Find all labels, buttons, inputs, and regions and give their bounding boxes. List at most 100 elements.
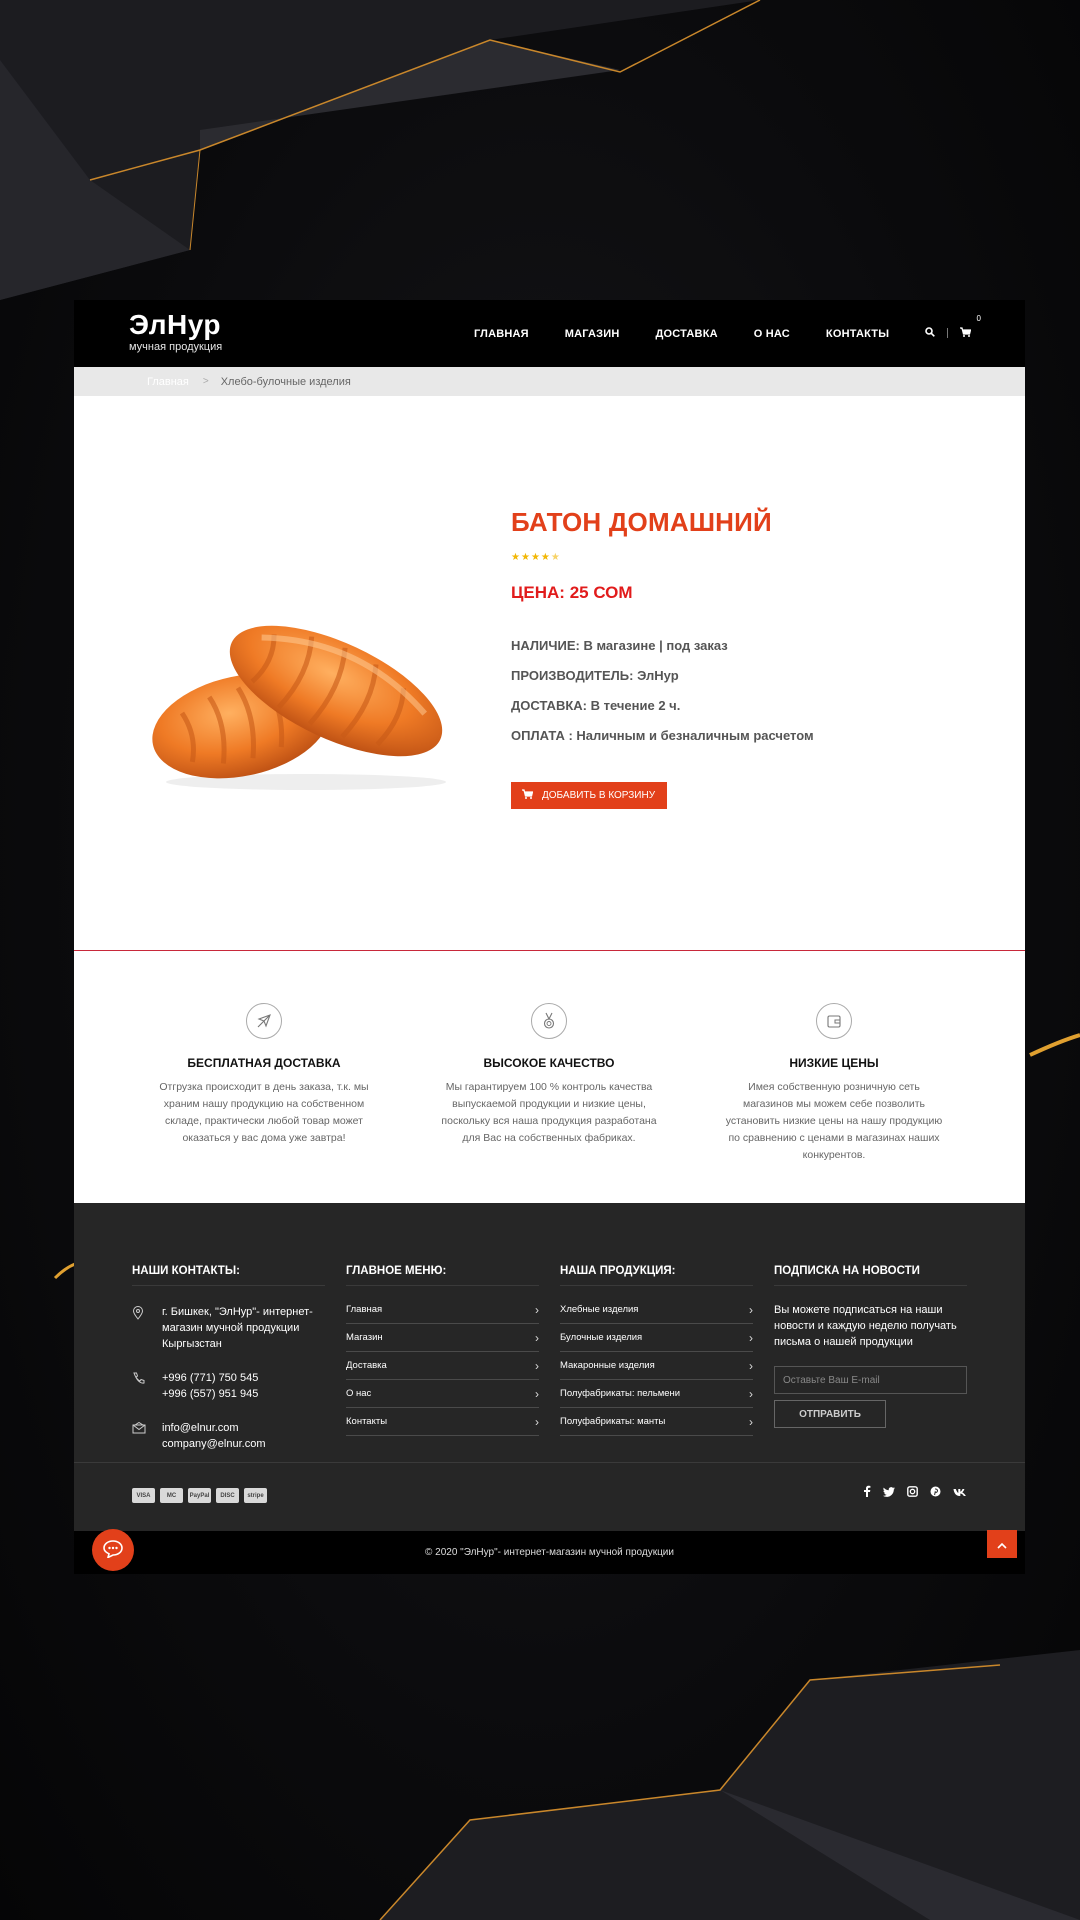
chevron-right-icon: › bbox=[749, 1302, 753, 1317]
instagram-icon[interactable] bbox=[907, 1484, 918, 1502]
nav-about[interactable]: О НАС bbox=[754, 328, 790, 340]
email-1[interactable]: info@elnur.com bbox=[162, 1420, 266, 1436]
site-footer: НАШИ КОНТАКТЫ: г. Бишкек, "ЭлНур"- интер… bbox=[74, 1203, 1025, 1531]
breadcrumb-home[interactable]: Главная bbox=[147, 376, 189, 388]
feature-free-delivery: БЕСПЛАТНАЯ ДОСТАВКА Отгрузка происходит … bbox=[154, 1003, 374, 1147]
phone-1[interactable]: +996 (771) 750 545 bbox=[162, 1370, 258, 1386]
feature-low-prices: НИЗКИЕ ЦЕНЫ Имея собственную розничную с… bbox=[724, 1003, 944, 1164]
footer-product-item[interactable]: Хлебные изделия › bbox=[560, 1296, 753, 1324]
header-icons: 0 bbox=[925, 314, 981, 342]
footer-product-label: Хлебные изделия bbox=[560, 1304, 639, 1315]
site-logo[interactable]: ЭлНур мучная продукция bbox=[129, 310, 223, 354]
subscribe-text: Вы можете подписаться на наши новости и … bbox=[774, 1304, 957, 1348]
footer-menu-item[interactable]: Магазин › bbox=[346, 1324, 539, 1352]
main-nav: ГЛАВНАЯ МАГАЗИН ДОСТАВКА О НАС КОНТАКТЫ bbox=[474, 300, 925, 367]
site-header: ЭлНур мучная продукция ГЛАВНАЯ МАГАЗИН Д… bbox=[74, 300, 1025, 367]
subscribe-email-input[interactable] bbox=[774, 1366, 967, 1394]
footer-menu-label: Доставка bbox=[346, 1360, 387, 1371]
chevron-right-icon: › bbox=[749, 1386, 753, 1401]
page-container: ЭлНур мучная продукция ГЛАВНАЯ МАГАЗИН Д… bbox=[74, 300, 1025, 1574]
emails-block: info@elnur.com company@elnur.com bbox=[162, 1420, 266, 1452]
footer-subscribe: ПОДПИСКА НА НОВОСТИ Вы можете подписатьс… bbox=[774, 1265, 967, 1428]
pinterest-icon[interactable] bbox=[930, 1484, 941, 1502]
footer-product-label: Полуфабрикаты: манты bbox=[560, 1416, 666, 1427]
footer-product-item[interactable]: Булочные изделия › bbox=[560, 1324, 753, 1352]
feature-title: ВЫСОКОЕ КАЧЕСТВО bbox=[483, 1056, 615, 1070]
cart-icon[interactable]: 0 bbox=[960, 314, 981, 342]
footer-menu-title: ГЛАВНОЕ МЕНЮ: bbox=[346, 1265, 539, 1286]
half-star-icon: ★ bbox=[550, 552, 561, 563]
feature-text: Отгрузка происходит в день заказа, т.к. … bbox=[159, 1081, 369, 1144]
footer-menu-item[interactable]: Доставка › bbox=[346, 1352, 539, 1380]
cart-icon bbox=[522, 789, 534, 802]
nav-contacts[interactable]: КОНТАКТЫ bbox=[826, 328, 889, 340]
twitter-icon[interactable] bbox=[883, 1484, 895, 1502]
phones-block: +996 (771) 750 545 +996 (557) 951 945 bbox=[162, 1370, 258, 1402]
footer-menu-label: Магазин bbox=[346, 1332, 383, 1343]
star-icon: ★ bbox=[540, 552, 551, 563]
footer-menu-item[interactable]: О нас › bbox=[346, 1380, 539, 1408]
facebook-icon[interactable] bbox=[863, 1484, 871, 1502]
contact-address: г. Бишкек, "ЭлНур"- интернет-магазин муч… bbox=[132, 1304, 325, 1352]
vk-icon[interactable] bbox=[953, 1484, 967, 1502]
footer-product-item[interactable]: Полуфабрикаты: пельмени › bbox=[560, 1380, 753, 1408]
footer-contacts-title: НАШИ КОНТАКТЫ: bbox=[132, 1265, 325, 1286]
feature-quality: ВЫСОКОЕ КАЧЕСТВО Мы гарантируем 100 % ко… bbox=[439, 1003, 659, 1147]
add-to-cart-button[interactable]: ДОБАВИТЬ В КОРЗИНУ bbox=[511, 782, 668, 809]
spec-payment: ОПЛАТА : Наличным и безналичным расчетом bbox=[511, 728, 814, 743]
airplane-icon bbox=[246, 1003, 282, 1039]
nav-delivery[interactable]: ДОСТАВКА bbox=[656, 328, 718, 340]
features-section: БЕСПЛАТНАЯ ДОСТАВКА Отгрузка происходит … bbox=[74, 951, 1025, 1203]
discover-icon: DISC bbox=[216, 1488, 239, 1503]
chevron-up-icon bbox=[997, 1537, 1007, 1552]
star-icon: ★ bbox=[520, 552, 531, 563]
copyright-bar: © 2020 "ЭлНур"- интернет-магазин мучной … bbox=[74, 1529, 1025, 1574]
footer-main-menu: ГЛАВНОЕ МЕНЮ: Главная › Магазин › Доставка… bbox=[346, 1265, 539, 1436]
feature-text: Мы гарантируем 100 % контроль качества в… bbox=[441, 1081, 657, 1144]
footer-menu-list: Главная › Магазин › Доставка › О нас › Конта… bbox=[346, 1296, 539, 1436]
footer-menu-label: Главная bbox=[346, 1304, 383, 1315]
product-image bbox=[146, 596, 466, 801]
breadcrumb-current: Хлебо-булочные изделия bbox=[220, 375, 351, 388]
contact-phones: +996 (771) 750 545 +996 (557) 951 945 bbox=[132, 1370, 325, 1402]
footer-product-item[interactable]: Полуфабрикаты: манты › bbox=[560, 1408, 753, 1436]
cart-count: 0 bbox=[976, 314, 981, 323]
payment-methods: VISA MC PayPal DISC stripe bbox=[132, 1488, 267, 1503]
mastercard-icon: MC bbox=[160, 1488, 183, 1503]
footer-menu-label: Контакты bbox=[346, 1416, 388, 1427]
chevron-right-icon: › bbox=[535, 1330, 539, 1345]
footer-menu-item[interactable]: Контакты › bbox=[346, 1408, 539, 1436]
chevron-right-icon: › bbox=[535, 1358, 539, 1373]
footer-menu-item[interactable]: Главная › bbox=[346, 1296, 539, 1324]
footer-product-label: Булочные изделия bbox=[560, 1332, 643, 1343]
footer-subscribe-title: ПОДПИСКА НА НОВОСТИ bbox=[774, 1265, 967, 1286]
footer-product-item[interactable]: Макаронные изделия › bbox=[560, 1352, 753, 1380]
chevron-right-icon: › bbox=[749, 1330, 753, 1345]
spec-delivery: ДОСТАВКА: В течение 2 ч. bbox=[511, 698, 681, 713]
footer-product-label: Макаронные изделия bbox=[560, 1360, 655, 1371]
wallet-icon bbox=[816, 1003, 852, 1039]
social-links bbox=[863, 1484, 967, 1502]
contact-emails: info@elnur.com company@elnur.com bbox=[132, 1420, 325, 1452]
paypal-icon: PayPal bbox=[188, 1488, 211, 1503]
email-2[interactable]: company@elnur.com bbox=[162, 1436, 266, 1452]
nav-shop[interactable]: МАГАЗИН bbox=[565, 328, 620, 340]
chevron-right-icon: › bbox=[749, 1358, 753, 1373]
nav-home[interactable]: ГЛАВНАЯ bbox=[474, 328, 529, 340]
address-text: г. Бишкек, "ЭлНур"- интернет-магазин муч… bbox=[162, 1306, 313, 1350]
chevron-right-icon: › bbox=[749, 1414, 753, 1429]
chat-button[interactable] bbox=[92, 1529, 134, 1571]
phone-2[interactable]: +996 (557) 951 945 bbox=[162, 1386, 258, 1402]
search-icon[interactable] bbox=[925, 324, 935, 342]
map-pin-icon bbox=[132, 1304, 162, 1352]
footer-products-title: НАША ПРОДУКЦИЯ: bbox=[560, 1265, 753, 1286]
scroll-top-button[interactable] bbox=[987, 1530, 1017, 1558]
brand-tagline: мучная продукция bbox=[129, 341, 223, 353]
subscribe-button[interactable]: ОТПРАВИТЬ bbox=[774, 1400, 886, 1428]
feature-title: НИЗКИЕ ЦЕНЫ bbox=[789, 1056, 879, 1070]
feature-text: Имея собственную розничную сеть магазино… bbox=[725, 1081, 943, 1161]
product-info: БАТОН ДОМАШНИЙ ★★★★★ ЦЕНА: 25 СОМ НАЛИЧИ… bbox=[511, 507, 814, 809]
phone-icon bbox=[132, 1370, 162, 1402]
spec-manufacturer: ПРОИЗВОДИТЕЛЬ: ЭлНур bbox=[511, 668, 679, 683]
chevron-right-icon: › bbox=[535, 1414, 539, 1429]
